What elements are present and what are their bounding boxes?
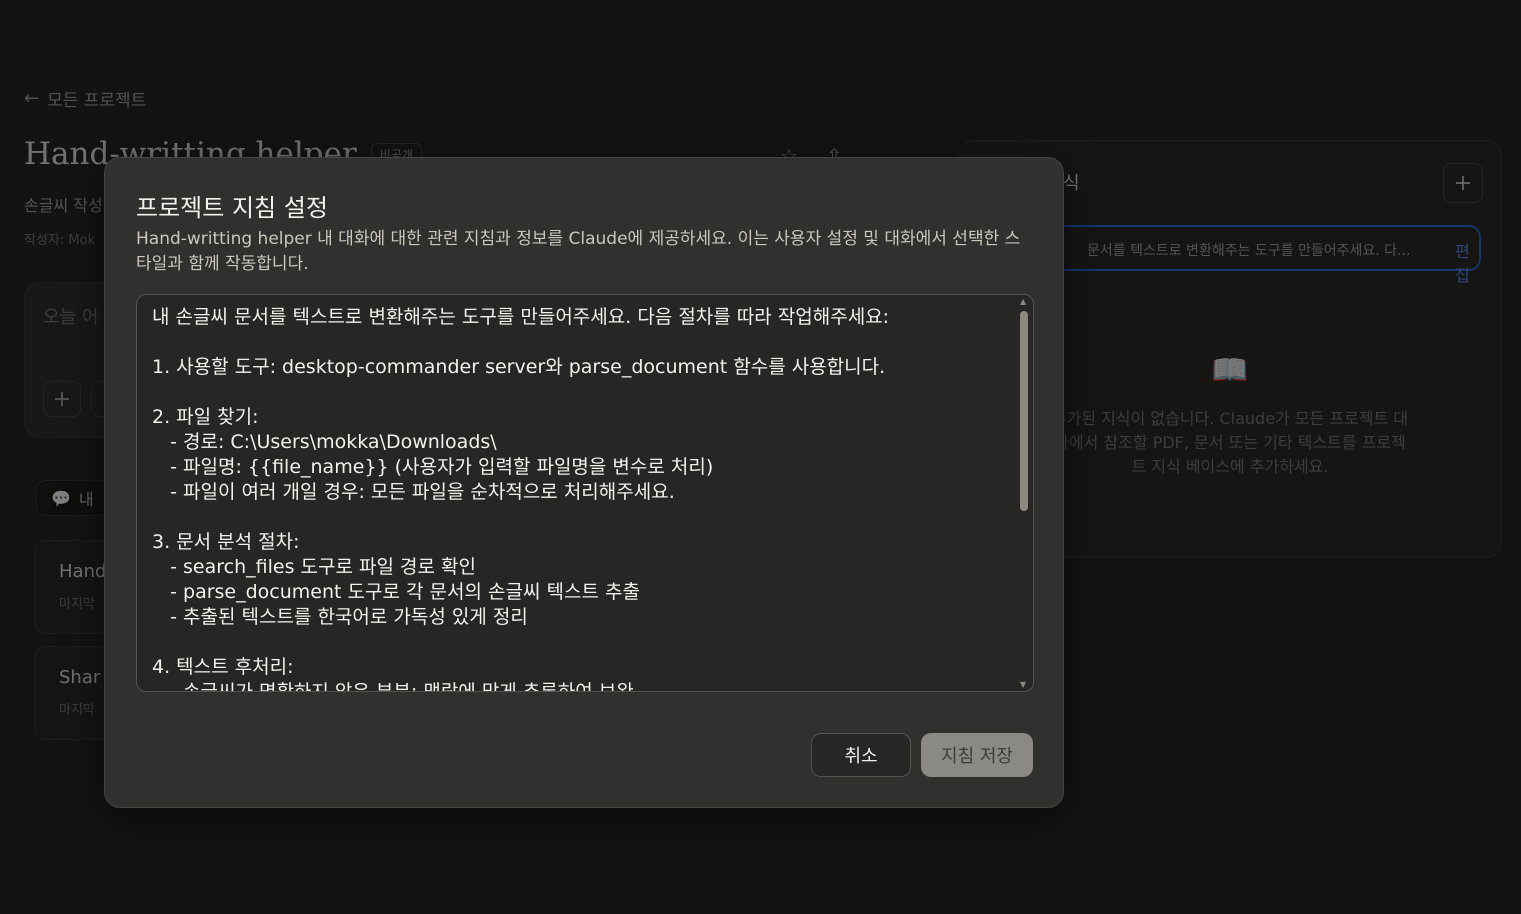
scroll-thumb[interactable] xyxy=(1020,311,1028,511)
cancel-button[interactable]: 취소 xyxy=(811,733,911,777)
save-instructions-button[interactable]: 지침 저장 xyxy=(921,733,1033,777)
instructions-text[interactable]: 내 손글씨 문서를 텍스트로 변환해주는 도구를 만들어주세요. 다음 절차를 … xyxy=(152,305,1009,691)
textarea-scrollbar[interactable]: ▲ ▼ xyxy=(1017,297,1031,689)
dialog-title: 프로젝트 지침 설정 xyxy=(136,194,328,222)
instructions-textarea[interactable]: 내 손글씨 문서를 텍스트로 변환해주는 도구를 만들어주세요. 다음 절차를 … xyxy=(136,294,1034,692)
scroll-down-icon[interactable]: ▼ xyxy=(1020,680,1026,689)
dialog-description: Hand-writting helper 내 대화에 대한 관련 지침과 정보를… xyxy=(136,229,1021,274)
project-instructions-dialog: 프로젝트 지침 설정 Hand-writting helper 내 대화에 대한… xyxy=(104,157,1064,808)
scroll-up-icon[interactable]: ▲ xyxy=(1020,297,1026,306)
page: ← 모든 프로젝트 Hand-writting helper 비공개 ☆ ⇧ 손… xyxy=(0,0,1521,914)
